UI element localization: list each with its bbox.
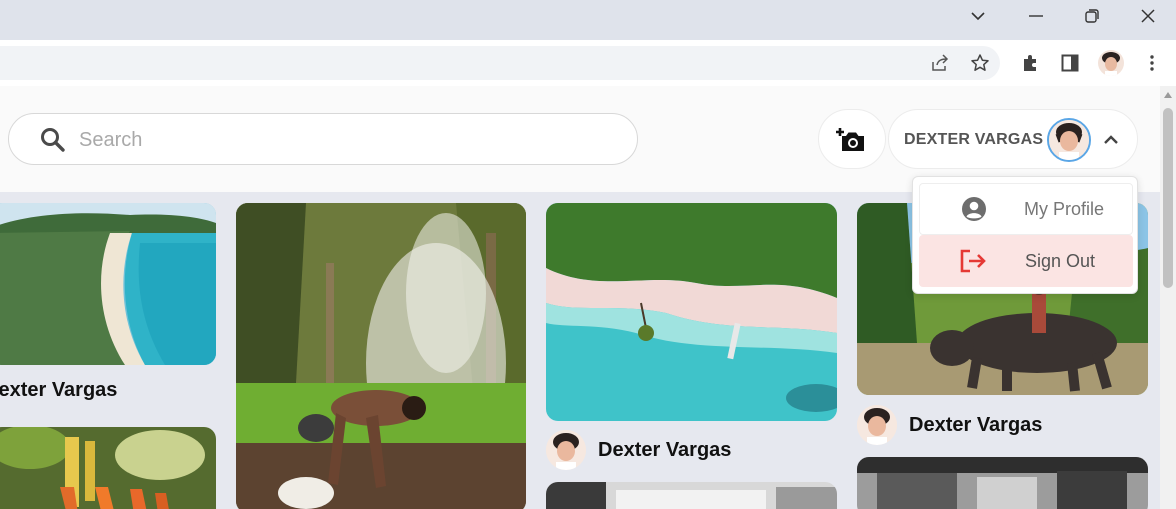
author-avatar <box>546 430 586 470</box>
address-bar[interactable] <box>0 46 1000 80</box>
browser-profile-button[interactable] <box>1097 50 1125 76</box>
bookmark-button[interactable] <box>966 50 994 76</box>
add-photo-icon <box>836 128 864 151</box>
pin-image[interactable] <box>0 203 216 365</box>
author-name: Dexter Vargas <box>909 413 1043 436</box>
pin-image[interactable] <box>857 457 1148 509</box>
my-profile-menu-item[interactable]: My Profile <box>919 183 1133 235</box>
scroll-thumb[interactable] <box>1163 108 1173 288</box>
author-avatar <box>857 405 897 445</box>
user-dropdown-menu: My Profile Sign Out <box>912 176 1138 294</box>
sign-out-icon <box>960 249 986 273</box>
add-photo-button[interactable] <box>818 109 886 169</box>
pin-author[interactable]: Dexter Vargas <box>857 405 1042 445</box>
browser-toolbar <box>0 40 1176 86</box>
close-window-button[interactable] <box>1120 0 1176 32</box>
pin-image[interactable] <box>0 427 216 509</box>
restore-icon <box>1085 9 1099 23</box>
browser-titlebar <box>0 0 1176 40</box>
chevron-up-icon <box>1104 135 1118 144</box>
my-profile-label: My Profile <box>1024 198 1105 219</box>
star-icon <box>971 54 989 71</box>
author-name: Dexter Vargas <box>0 379 118 401</box>
extensions-icon <box>1024 55 1036 71</box>
minimize-button[interactable] <box>1008 0 1064 32</box>
pin-image[interactable] <box>546 482 837 509</box>
scroll-up-arrow[interactable] <box>1164 92 1172 98</box>
restore-button[interactable] <box>1064 0 1120 32</box>
pin-author[interactable]: Dexter Vargas <box>0 379 117 402</box>
share-icon <box>932 54 949 71</box>
user-avatar <box>1047 118 1091 162</box>
page-scrollbar[interactable] <box>1160 86 1176 509</box>
user-menu-toggle[interactable]: DEXTER VARGAS <box>888 109 1138 169</box>
chevron-down-icon <box>971 12 985 21</box>
author-name: Dexter Vargas <box>598 438 732 461</box>
user-circle-icon <box>962 197 986 221</box>
pin-image[interactable] <box>546 203 837 421</box>
pin-author[interactable]: Dexter Vargas <box>546 430 731 470</box>
extensions-button[interactable] <box>1016 50 1044 76</box>
side-panel-button[interactable] <box>1056 50 1084 76</box>
menu-icon <box>1150 55 1154 71</box>
tab-search-button[interactable] <box>950 0 1006 32</box>
pin-image[interactable] <box>236 203 526 509</box>
sign-out-menu-item[interactable]: Sign Out <box>919 235 1133 287</box>
search-icon <box>41 128 65 152</box>
close-icon <box>1141 9 1155 23</box>
sign-out-label: Sign Out <box>1025 250 1096 271</box>
side-panel-icon <box>1061 54 1079 72</box>
minimize-icon <box>1029 15 1043 17</box>
share-button[interactable] <box>926 50 954 76</box>
page-viewport: DEXTER VARGAS Dexter Vargas <box>0 86 1160 509</box>
search-bar[interactable] <box>8 113 638 165</box>
user-name: DEXTER VARGAS <box>904 131 1044 148</box>
profile-avatar <box>1098 50 1124 76</box>
browser-menu-button[interactable] <box>1138 50 1166 76</box>
search-input[interactable] <box>79 126 599 154</box>
